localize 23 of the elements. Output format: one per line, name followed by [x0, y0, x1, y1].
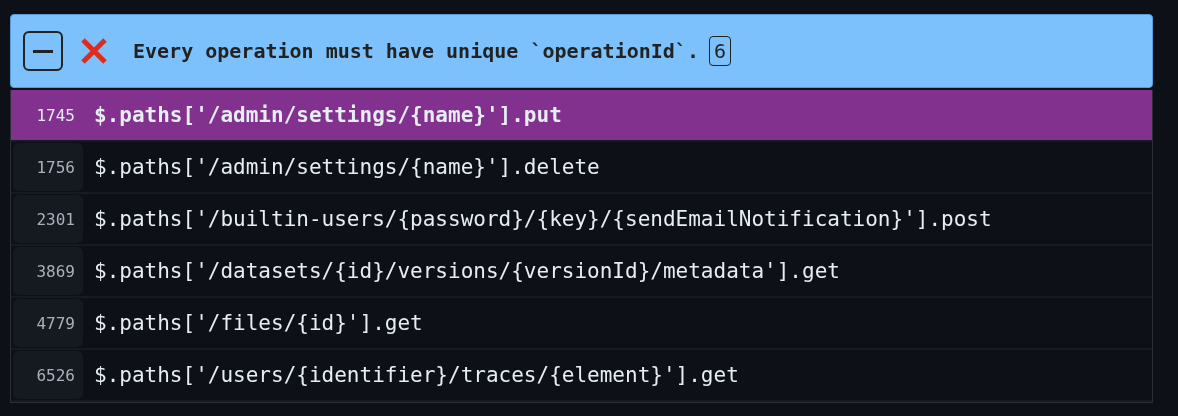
location-row[interactable]: 1756 $.paths['/admin/settings/{name}'].delete: [11, 142, 1152, 194]
json-path: $.paths['/users/{identifier}/traces/{element}'].get: [94, 363, 739, 387]
count-badge: 6: [708, 36, 731, 66]
line-number: 3869: [13, 247, 83, 295]
location-row[interactable]: 1745 $.paths['/admin/settings/{name}'].put: [11, 90, 1152, 142]
json-path: $.paths['/files/{id}'].get: [94, 311, 423, 335]
line-number: 1745: [35, 104, 76, 127]
collapse-button[interactable]: [23, 31, 63, 71]
json-path: $.paths['/datasets/{id}/versions/{versionId}/metadata'].get: [94, 259, 840, 283]
rule-message: Every operation must have unique `operationId`.: [133, 39, 699, 63]
location-row[interactable]: 3869 $.paths['/datasets/{id}/versions/{versionId}/metadata'].get: [11, 246, 1152, 298]
line-number: 2301: [13, 195, 83, 243]
json-path: $.paths['/admin/settings/{name}'].delete: [94, 155, 600, 179]
location-row[interactable]: 2301 $.paths['/builtin-users/{password}/{key}/{sendEmailNotification}'].post: [11, 194, 1152, 246]
location-row[interactable]: 4779 $.paths['/files/{id}'].get: [11, 298, 1152, 350]
line-number: 1756: [13, 143, 83, 191]
error-icon: [79, 36, 109, 66]
line-number: 6526: [13, 351, 83, 399]
location-row[interactable]: 6526 $.paths['/users/{identifier}/traces/{element}'].get: [11, 350, 1152, 402]
line-number: 4779: [13, 299, 83, 347]
minus-icon: [33, 49, 53, 53]
json-path: $.paths['/admin/settings/{name}'].put: [94, 103, 562, 127]
json-path: $.paths['/builtin-users/{password}/{key}/{sendEmailNotification}'].post: [94, 207, 992, 231]
